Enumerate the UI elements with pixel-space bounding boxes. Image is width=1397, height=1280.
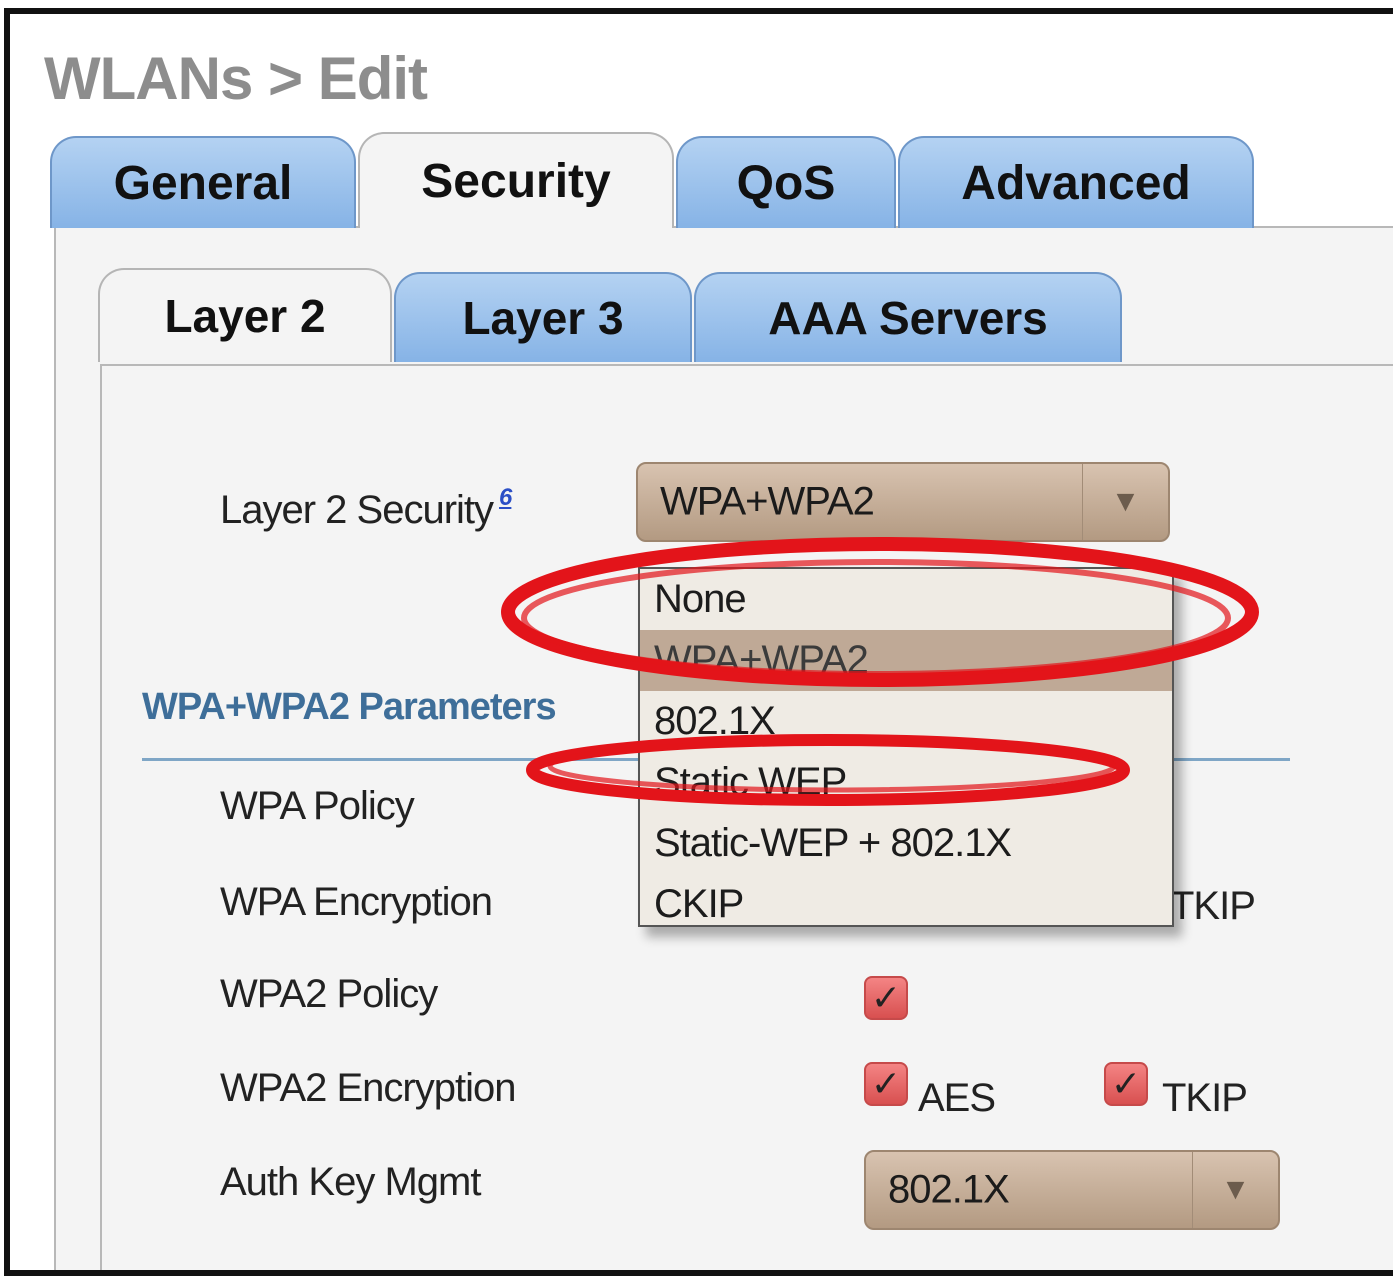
option-static-wep-802-1x[interactable]: Static-WEP + 802.1X [640, 813, 1172, 874]
auth-key-mgmt-label: Auth Key Mgmt [220, 1160, 481, 1204]
layer2-security-label-text: Layer 2 Security [220, 488, 494, 532]
layer2-security-value: WPA+WPA2 [660, 479, 875, 524]
screenshot-frame: WLANs > Edit General Security QoS Advanc… [4, 8, 1393, 1276]
section-title: WPA+WPA2 Parameters [142, 686, 557, 728]
tab-general[interactable]: General [50, 136, 356, 228]
wpa2-tkip-checkbox[interactable]: ✓ [1104, 1062, 1148, 1106]
wpa-tkip-label: TKIP [1170, 884, 1256, 928]
option-wpa-wpa2[interactable]: WPA+WPA2 [640, 630, 1172, 691]
layer2-security-select[interactable]: WPA+WPA2 ▼ [636, 462, 1170, 542]
chevron-down-icon[interactable]: ▼ [1082, 464, 1168, 540]
wpa2-encryption-label: WPA2 Encryption [220, 1066, 516, 1110]
page-title: WLANs > Edit [44, 45, 428, 112]
chevron-down-icon[interactable]: ▼ [1192, 1152, 1278, 1228]
tab-qos[interactable]: QoS [676, 136, 896, 228]
wpa-encryption-label: WPA Encryption [220, 880, 493, 924]
layer2-security-label: Layer 2 Security 6 [220, 484, 512, 533]
wpa-policy-label: WPA Policy [220, 784, 415, 828]
option-none[interactable]: None [640, 569, 1172, 630]
tab-layer-2[interactable]: Layer 2 [98, 268, 392, 362]
option-ckip[interactable]: CKIP [640, 874, 1172, 935]
option-802-1x[interactable]: 802.1X [640, 691, 1172, 752]
auth-key-mgmt-select[interactable]: 802.1X ▼ [864, 1150, 1280, 1230]
auth-key-mgmt-value: 802.1X [888, 1167, 1010, 1212]
checkmark-icon: ✓ [1110, 1063, 1142, 1104]
wpa2-aes-checkbox[interactable]: ✓ [864, 1062, 908, 1106]
tab-advanced[interactable]: Advanced [898, 136, 1254, 228]
footnote-link[interactable]: 6 [499, 484, 512, 511]
tab-layer-3[interactable]: Layer 3 [394, 272, 692, 362]
wpa2-aes-label: AES [918, 1076, 996, 1120]
layer2-security-dropdown-list: None WPA+WPA2 802.1X Static WEP Static-W… [638, 567, 1174, 927]
checkmark-icon: ✓ [870, 1063, 902, 1104]
wpa2-policy-checkbox[interactable]: ✓ [864, 976, 908, 1020]
tab-aaa-servers[interactable]: AAA Servers [694, 272, 1122, 362]
option-static-wep[interactable]: Static WEP [640, 752, 1172, 813]
checkmark-icon: ✓ [870, 977, 902, 1018]
tab-security[interactable]: Security [358, 132, 674, 228]
wpa2-tkip-label: TKIP [1162, 1076, 1248, 1120]
wpa2-policy-label: WPA2 Policy [220, 972, 438, 1016]
